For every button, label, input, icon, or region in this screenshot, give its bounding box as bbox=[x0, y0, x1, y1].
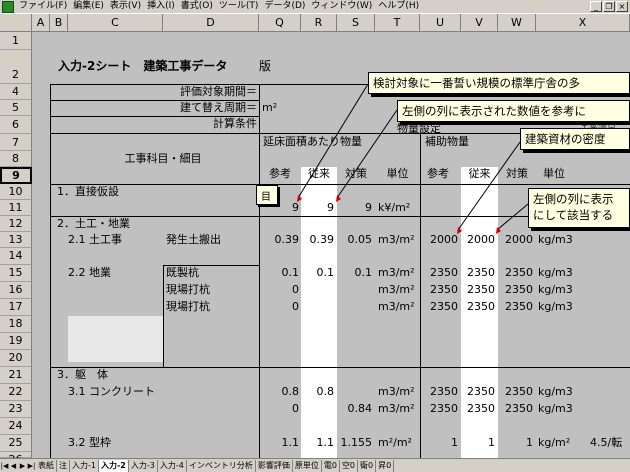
menu-edit[interactable]: 編集(E) bbox=[70, 0, 107, 13]
tab-input-4[interactable]: 入力-4 bbox=[158, 459, 187, 472]
tab-unit[interactable]: 原単位 bbox=[293, 459, 322, 472]
tab-impact[interactable]: 影響評価 bbox=[256, 459, 293, 472]
tab-notes[interactable]: 注 bbox=[57, 459, 70, 472]
close-button[interactable]: × bbox=[616, 1, 628, 12]
comment-box-4-line2: にして該当する bbox=[533, 208, 614, 222]
comment-box-3[interactable]: 建築資材の密度 bbox=[520, 128, 630, 150]
menu-view[interactable]: 表示(V) bbox=[107, 0, 144, 13]
menu-window[interactable]: ウィンドウ(W) bbox=[308, 0, 375, 13]
tab-inventory[interactable]: インベントリ分析 bbox=[187, 459, 256, 472]
tab-sanitary0[interactable]: 衛0 bbox=[358, 459, 377, 472]
tab-last-arrow-icon[interactable]: ▶| bbox=[27, 462, 36, 470]
menu-file[interactable]: ファイル(F) bbox=[16, 0, 70, 13]
tab-input-1[interactable]: 入力-1 bbox=[70, 459, 99, 472]
excel-app-icon[interactable] bbox=[2, 0, 14, 13]
comment-box-4[interactable]: 左側の列に表示 にして該当する bbox=[528, 188, 630, 228]
comment-box-2[interactable]: 左側の列に表示された数値を参考に bbox=[397, 100, 630, 122]
menu-tools[interactable]: ツール(T) bbox=[216, 0, 262, 13]
tab-elec0[interactable]: 電0 bbox=[322, 459, 340, 472]
spreadsheet-grid[interactable]: A B C D Q R S T U V W X 1 2 4 5 6 7 8 9 … bbox=[0, 14, 630, 458]
restore-button[interactable]: ❐ bbox=[603, 1, 615, 12]
sheet-tab-bar: |◀ ◀ ▶ ▶| 表紙 注 入力-1 入力-2 入力-3 入力-4 インベント… bbox=[0, 458, 630, 472]
menu-data[interactable]: データ(D) bbox=[261, 0, 308, 13]
comment-box-4-line1: 左側の列に表示 bbox=[533, 192, 614, 206]
tab-prev-arrow-icon[interactable]: ◀ bbox=[9, 462, 18, 470]
tab-input-3[interactable]: 入力-3 bbox=[129, 459, 158, 472]
menu-insert[interactable]: 挿入(I) bbox=[144, 0, 178, 13]
menu-format[interactable]: 書式(O) bbox=[178, 0, 216, 13]
menu-help[interactable]: ヘルプ(H) bbox=[375, 0, 422, 13]
tab-next-arrow-icon[interactable]: ▶ bbox=[18, 462, 27, 470]
comment-box-5[interactable]: 目 bbox=[256, 185, 278, 205]
tab-lift0[interactable]: 昇0 bbox=[376, 459, 395, 472]
menu-bar: ファイル(F) 編集(E) 表示(V) 挿入(I) 書式(O) ツール(T) デ… bbox=[0, 0, 630, 14]
tab-input-2[interactable]: 入力-2 bbox=[98, 459, 129, 472]
comment-box-1[interactable]: 検討対象に一番誓い規模の標準庁舎の多 bbox=[368, 72, 630, 94]
minimize-button[interactable]: _ bbox=[590, 1, 602, 12]
tab-first-arrow-icon[interactable]: |◀ bbox=[0, 462, 9, 470]
tab-cover[interactable]: 表紙 bbox=[36, 459, 57, 472]
tab-air0[interactable]: 空0 bbox=[340, 459, 359, 472]
